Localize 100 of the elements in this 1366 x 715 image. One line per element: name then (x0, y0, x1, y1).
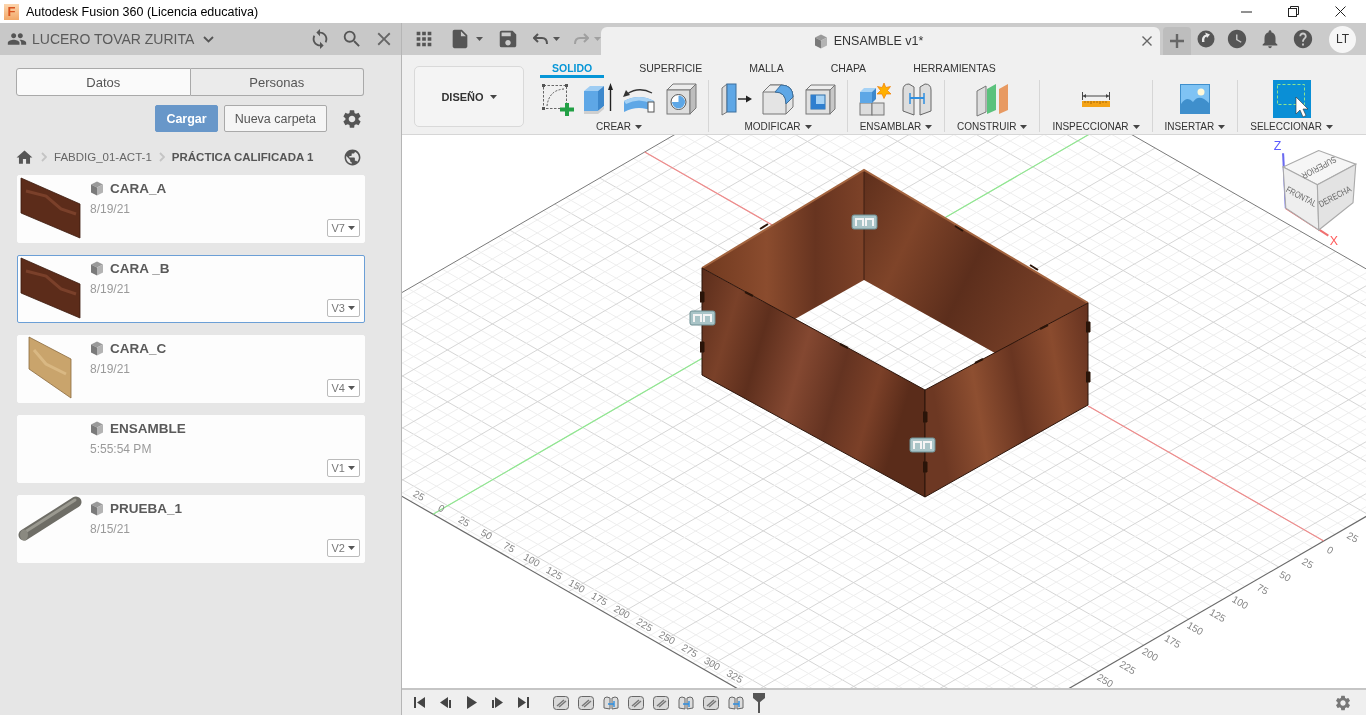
box-arrow-icon[interactable] (582, 82, 614, 116)
ruler-icon[interactable] (1081, 91, 1111, 107)
new-tab-button[interactable] (1163, 27, 1191, 55)
cube-icon (90, 340, 104, 356)
tool-group-menu[interactable]: CONSTRUIR (957, 121, 1028, 132)
ruler-label: 150 (566, 577, 587, 595)
timeline-marker-icon[interactable] (753, 692, 765, 713)
file-card[interactable]: CARA_A 8/19/21 V7 (17, 175, 365, 243)
ruler-label: 250 (657, 628, 678, 647)
image-icon[interactable] (1179, 84, 1210, 114)
ruler-label: 25 (1300, 555, 1316, 571)
file-card[interactable]: CARA _B 8/19/21 V3 (17, 255, 365, 323)
new-folder-button[interactable]: Nueva carpeta (223, 105, 327, 132)
ruler-label: 275 (679, 641, 700, 660)
ruler-label: 0 (436, 502, 447, 515)
panels-pin-icon[interactable] (900, 82, 934, 116)
ruler-label: 175 (589, 590, 610, 608)
cube-inset-icon[interactable] (803, 82, 837, 116)
caret-down-icon (348, 466, 355, 470)
component-icon[interactable] (703, 695, 719, 710)
ruler-label: 225 (634, 615, 655, 634)
version-dropdown[interactable]: V7 (326, 219, 360, 237)
toolbar-tab[interactable]: CHAPA (818, 55, 879, 78)
skip-start-icon[interactable] (413, 696, 426, 709)
help-icon[interactable] (1292, 28, 1314, 50)
home-icon[interactable] (15, 147, 34, 167)
rectangle-plus-icon[interactable] (540, 82, 574, 116)
version-dropdown[interactable]: V2 (326, 539, 360, 557)
window-title: Autodesk Fusion 360 (Licencia educativa) (26, 4, 259, 19)
file-date: 5:55:54 PM (90, 442, 152, 456)
minimize-icon[interactable] (1241, 10, 1252, 13)
plus-icon (1170, 34, 1184, 48)
breadcrumb-current: PRÁCTICA CALIFICADA 1 (171, 151, 314, 163)
cubes-star-icon[interactable] (858, 82, 892, 116)
ruler-label: 100 (521, 551, 542, 570)
wood-panel-thumbnail (18, 256, 82, 320)
panel-tab[interactable]: Personas (190, 68, 364, 96)
caret-down-icon (925, 124, 933, 129)
workspace-button[interactable]: DISEÑO (414, 66, 524, 127)
joint-marker-icon[interactable] (851, 214, 878, 230)
joint-icon[interactable] (603, 695, 619, 710)
toolbar-tab[interactable]: MALLA (737, 55, 796, 78)
save-icon[interactable] (497, 28, 519, 50)
search-icon[interactable] (341, 28, 363, 50)
version-dropdown[interactable]: V3 (326, 299, 360, 317)
cube-hole-icon[interactable] (664, 82, 698, 116)
clock-icon[interactable] (1226, 28, 1248, 50)
file-name: CARA_A (110, 180, 167, 196)
settings-icon[interactable] (341, 107, 363, 130)
breadcrumb-link[interactable]: FABDIG_01-ACT-1 (54, 151, 152, 163)
document-tab[interactable]: ENSAMBLE v1* (601, 27, 1160, 55)
tool-group-menu[interactable]: ENSAMBLAR (859, 121, 933, 132)
axis-label: Z (1273, 139, 1282, 154)
caret-down-icon[interactable] (476, 37, 483, 41)
component-icon[interactable] (628, 695, 644, 710)
undo-icon[interactable] (533, 33, 548, 45)
panel-arrow-icon[interactable] (719, 82, 753, 116)
toolbar-tab[interactable]: SUPERFICIE (627, 55, 715, 78)
tool-group-menu[interactable]: INSERTAR (1164, 121, 1226, 132)
maximize-icon[interactable] (1288, 6, 1299, 17)
joint-marker-icon[interactable] (909, 437, 936, 453)
skip-end-icon[interactable] (517, 696, 530, 709)
caret-down-icon (1325, 124, 1333, 129)
panel-tab[interactable]: Datos (16, 68, 191, 96)
joint-icon[interactable] (678, 695, 694, 710)
ruler-label: 200 (1140, 645, 1161, 664)
play-icon[interactable] (465, 696, 478, 709)
rounded-block-icon[interactable] (761, 82, 795, 116)
close-icon[interactable] (1335, 6, 1346, 17)
caret-down-icon (1020, 124, 1028, 129)
tool-group-menu[interactable]: SELECCIONAR (1250, 121, 1333, 132)
step-back-icon[interactable] (439, 696, 452, 709)
version-dropdown[interactable]: V1 (326, 459, 360, 477)
tool-group-menu[interactable]: CREAR (596, 121, 642, 132)
file-card[interactable]: ENSAMBLE 5:55:54 PM V1 (17, 415, 365, 483)
user-avatar[interactable]: LT (1329, 25, 1356, 53)
cube-icon (90, 260, 104, 276)
settings-icon[interactable] (1334, 693, 1352, 712)
toolbar-tab[interactable]: HERRAMIENTAS (901, 55, 1008, 78)
component-icon[interactable] (653, 695, 669, 710)
file-card[interactable]: CARA_C 8/19/21 V4 (17, 335, 365, 403)
component-icon[interactable] (578, 695, 594, 710)
file-card[interactable]: PRUEBA_1 8/15/21 V2 (17, 495, 365, 563)
ruler-label: 325 (724, 667, 745, 686)
tool-group-menu[interactable]: MODIFICAR (744, 121, 812, 132)
ruler-label: 200 (612, 602, 632, 621)
caret-down-icon (1218, 124, 1226, 129)
step-forward-icon[interactable] (491, 696, 504, 709)
joint-marker-icon[interactable] (689, 310, 716, 326)
caret-down-icon (348, 306, 355, 310)
component-icon[interactable] (553, 695, 569, 710)
chevron-right-icon (41, 152, 47, 162)
caret-down-icon[interactable] (553, 37, 560, 41)
selection-cursor-icon[interactable] (1272, 80, 1311, 118)
ruler-label: 125 (544, 564, 565, 582)
version-dropdown[interactable]: V4 (326, 379, 360, 397)
globe-icon[interactable] (343, 147, 362, 167)
caret-down-icon (348, 386, 355, 390)
joint-icon[interactable] (728, 695, 744, 710)
tool-group-menu[interactable]: INSPECCIONAR (1052, 121, 1140, 132)
